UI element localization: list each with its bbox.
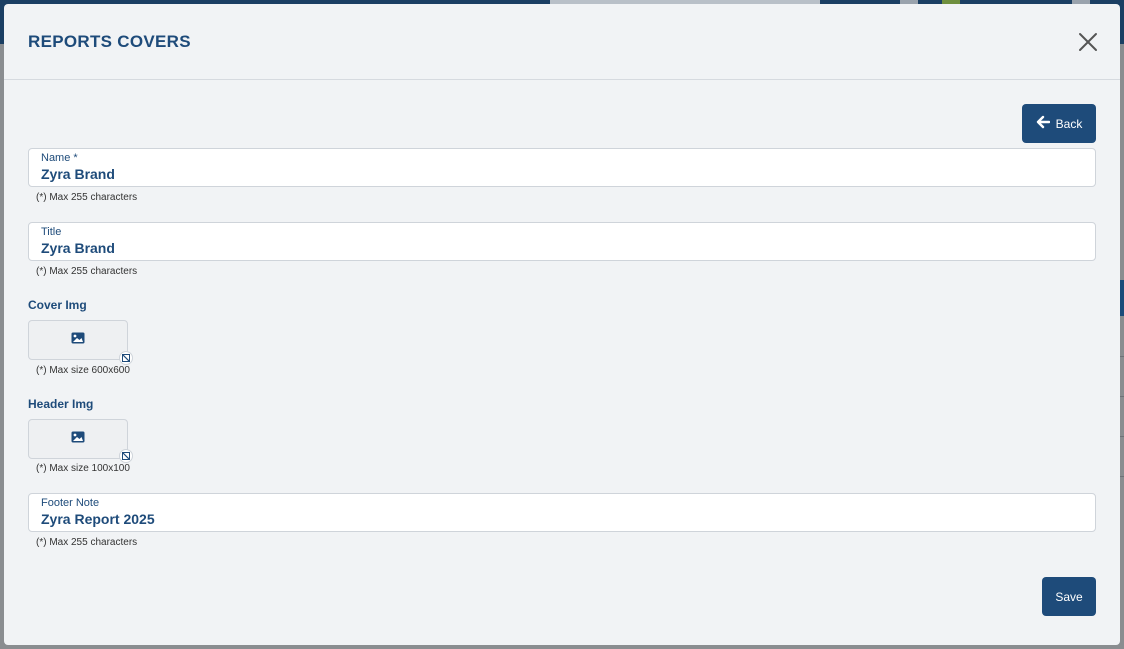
header-img-upload[interactable] <box>28 419 128 459</box>
background-table-row <box>1120 396 1124 397</box>
save-button[interactable]: Save <box>1042 577 1096 616</box>
header-img-label: Header Img <box>28 397 94 411</box>
image-icon <box>71 331 85 349</box>
modal-title: REPORTS COVERS <box>28 32 191 51</box>
footer-note-field-label: Footer Note <box>41 497 100 509</box>
reports-covers-modal: REPORTS COVERS Back Name * (*) Max 255 c… <box>4 4 1120 645</box>
header-img-edit-icon[interactable] <box>119 449 133 463</box>
cover-img-hint: (*) Max size 600x600 <box>36 365 130 376</box>
footer-note-input[interactable] <box>41 511 1081 527</box>
cover-img-upload[interactable] <box>28 320 128 360</box>
background-table-row <box>1120 356 1124 357</box>
background-table-row <box>1120 476 1124 477</box>
name-input[interactable] <box>41 166 1081 182</box>
name-field-label: Name * <box>41 152 78 164</box>
footer-note-hint: (*) Max 255 characters <box>36 537 138 548</box>
name-hint: (*) Max 255 characters <box>36 192 138 203</box>
title-field[interactable]: Title <box>28 222 1096 261</box>
arrow-left-icon <box>1036 115 1050 132</box>
image-icon <box>71 430 85 448</box>
back-button[interactable]: Back <box>1022 104 1096 143</box>
modal-header: REPORTS COVERS <box>4 4 1120 80</box>
background-table-row <box>1120 436 1124 437</box>
back-button-label: Back <box>1055 116 1083 131</box>
title-field-label: Title <box>41 226 62 238</box>
close-icon[interactable] <box>1078 32 1098 52</box>
name-field[interactable]: Name * <box>28 148 1096 187</box>
cover-img-label: Cover Img <box>28 298 87 312</box>
header-img-hint: (*) Max size 100x100 <box>36 463 130 474</box>
title-input[interactable] <box>41 240 1081 256</box>
cover-img-edit-icon[interactable] <box>119 351 133 365</box>
title-hint: (*) Max 255 characters <box>36 266 138 277</box>
background-table-header <box>1120 280 1124 316</box>
footer-note-field[interactable]: Footer Note <box>28 493 1096 532</box>
